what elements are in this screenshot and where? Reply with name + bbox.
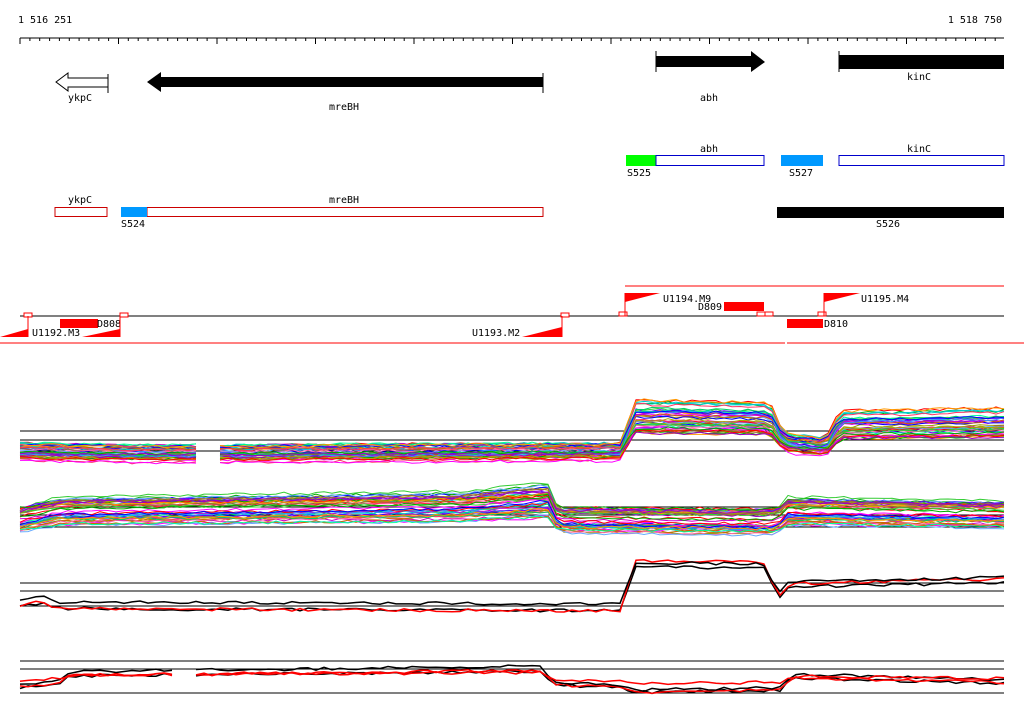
expression-series-line xyxy=(195,670,1005,686)
segment-S526[interactable] xyxy=(777,207,1004,218)
expression-panel-3 xyxy=(19,559,1005,613)
upshift-U1193-M2[interactable] xyxy=(522,327,562,337)
downshift-D808[interactable] xyxy=(60,319,98,328)
upshift-label-U1193-M2: U1193.M2 xyxy=(472,328,520,339)
ruler-ticks xyxy=(19,38,996,44)
forward-transcript-track: abh S525 S527 kinC xyxy=(626,144,1005,179)
reverse-transcript-track: ykpC mreBH S524 S526 xyxy=(54,195,1004,230)
ruler-start-label: 1 516 251 xyxy=(18,15,72,26)
upshift-label-U1192-M3: U1192.M3 xyxy=(32,328,80,339)
reverse-shift-wedge xyxy=(82,329,120,337)
transcript-label-kinC: kinC xyxy=(907,144,931,155)
gene-track: ykpC mreBH abh kinC xyxy=(55,51,1004,113)
segment-S524[interactable] xyxy=(121,207,147,217)
upshift-label-U1195-M4: U1195.M4 xyxy=(861,294,909,305)
transcript-box-ykpC[interactable] xyxy=(54,207,108,217)
downshift-D809[interactable] xyxy=(724,302,764,311)
coordinate-ruler: 1 516 251 1 518 750 xyxy=(18,15,1004,44)
shift-marker xyxy=(119,312,129,318)
expression-panel-1 xyxy=(19,398,1005,465)
downshift-label-D810: D810 xyxy=(824,319,848,330)
shift-marker xyxy=(618,311,628,317)
shift-track: U1192.M3 D808 U1193.M2 U1194.M9 D809 D81… xyxy=(0,285,1024,344)
gene-label-abh: abh xyxy=(700,93,718,104)
upshift-U1192-M3[interactable] xyxy=(0,329,28,337)
shift-marker xyxy=(756,311,766,317)
gene-label-ykpC: ykpC xyxy=(68,93,92,104)
gene-arrow-abh[interactable] xyxy=(656,51,765,72)
segment-label-S525: S525 xyxy=(627,168,651,179)
transcript-box-kinC[interactable] xyxy=(838,155,1005,166)
transcript-label-mreBH: mreBH xyxy=(329,195,359,206)
expression-panel-4 xyxy=(19,660,1005,695)
gene-label-mreBH: mreBH xyxy=(329,102,359,113)
gene-label-kinC: kinC xyxy=(907,72,931,83)
upshift-U1194-M9[interactable] xyxy=(625,293,660,302)
shift-marker xyxy=(817,311,827,317)
transcript-label-ykpC: ykpC xyxy=(68,195,92,206)
expression-series-line xyxy=(19,565,1005,613)
ruler-end-label: 1 518 750 xyxy=(948,15,1002,26)
downshift-label-D809: D809 xyxy=(698,302,722,313)
transcript-box-abh[interactable] xyxy=(655,155,765,166)
shift-marker xyxy=(764,311,774,317)
gene-arrow-ykpC[interactable] xyxy=(55,72,109,92)
segment-S525[interactable] xyxy=(626,155,656,166)
transcript-box-mreBH[interactable] xyxy=(146,207,544,217)
upshift-U1195-M4[interactable] xyxy=(824,293,860,302)
segment-label-S524: S524 xyxy=(121,219,145,230)
downshift-label-D808: D808 xyxy=(97,319,121,330)
downshift-D810[interactable] xyxy=(787,319,823,328)
segment-label-S527: S527 xyxy=(789,168,813,179)
gene-arrow-mreBH[interactable] xyxy=(147,72,543,92)
segment-S527[interactable] xyxy=(781,155,823,166)
gene-arrow-kinC[interactable] xyxy=(839,55,1004,69)
transcript-label-abh: abh xyxy=(700,144,718,155)
genome-browser-view: 1 516 251 1 518 750 ykpC mreBH abh kinC … xyxy=(0,15,1024,695)
segment-label-S526: S526 xyxy=(876,219,900,230)
expression-panel-2 xyxy=(19,482,1005,537)
